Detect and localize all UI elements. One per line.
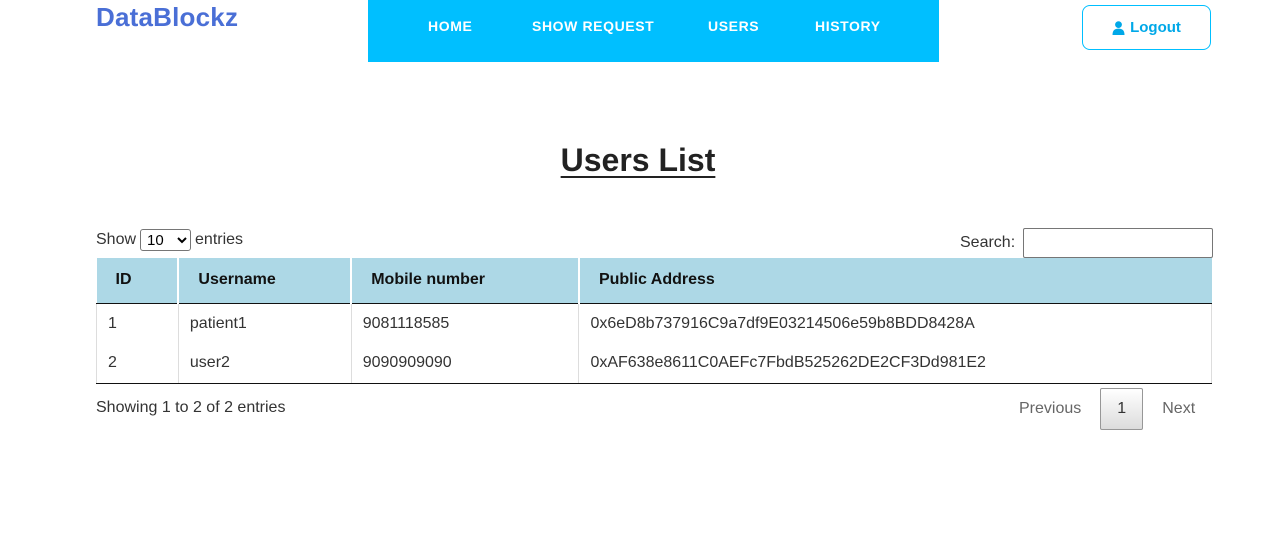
cell-id: 2 [96, 343, 179, 384]
entries-length-control: Show 10 entries [96, 229, 243, 251]
nav-item-home[interactable]: HOME [428, 18, 472, 34]
entries-select[interactable]: 10 [140, 229, 192, 251]
search-label: Search: [960, 234, 1016, 251]
search-control: Search: [960, 228, 1214, 258]
cell-username: patient1 [178, 303, 352, 343]
table-row: 2 user2 9090909090 0xAF638e8611C0AEFc7Fb… [96, 343, 1212, 384]
column-header-mobile[interactable]: Mobile number [351, 258, 580, 304]
table-row: 1 patient1 9081118585 0x6eD8b737916C9a7d… [96, 303, 1212, 343]
cell-username: user2 [178, 343, 352, 384]
table-header-row: ID Username Mobile number Public Address [96, 258, 1212, 304]
logout-button[interactable]: Logout [1082, 5, 1211, 50]
column-header-username[interactable]: Username [178, 258, 353, 304]
cell-mobile: 9090909090 [351, 343, 580, 384]
nav-item-show-request[interactable]: SHOW REQUEST [532, 18, 654, 34]
top-nav: HOME SHOW REQUEST USERS HISTORY [368, 0, 939, 62]
users-table: ID Username Mobile number Public Address… [96, 258, 1212, 384]
next-button[interactable]: Next [1148, 388, 1209, 430]
column-header-address[interactable]: Public Address [578, 258, 1212, 304]
page-title: Users List [0, 142, 1276, 179]
cell-address: 0x6eD8b737916C9a7df9E03214506e59b8BDD842… [578, 303, 1212, 343]
entries-label: entries [195, 231, 244, 248]
cell-id: 1 [96, 303, 179, 343]
user-icon [1112, 20, 1125, 35]
show-label: Show [96, 231, 137, 248]
column-header-id[interactable]: ID [96, 258, 180, 304]
brand-logo[interactable]: DataBlockz [96, 2, 238, 33]
previous-button[interactable]: Previous [1005, 388, 1095, 430]
nav-item-users[interactable]: USERS [708, 18, 759, 34]
table-info: Showing 1 to 2 of 2 entries [96, 399, 286, 416]
page-button-current[interactable]: 1 [1100, 388, 1144, 430]
cell-address: 0xAF638e8611C0AEFc7FbdB525262DE2CF3Dd981… [578, 343, 1212, 384]
search-input[interactable] [1023, 228, 1214, 258]
logout-label: Logout [1130, 19, 1181, 36]
nav-item-history[interactable]: HISTORY [815, 18, 881, 34]
pagination: Previous 1 Next [1005, 388, 1209, 430]
page-title-text: Users List [560, 142, 716, 178]
cell-mobile: 9081118585 [351, 303, 580, 343]
